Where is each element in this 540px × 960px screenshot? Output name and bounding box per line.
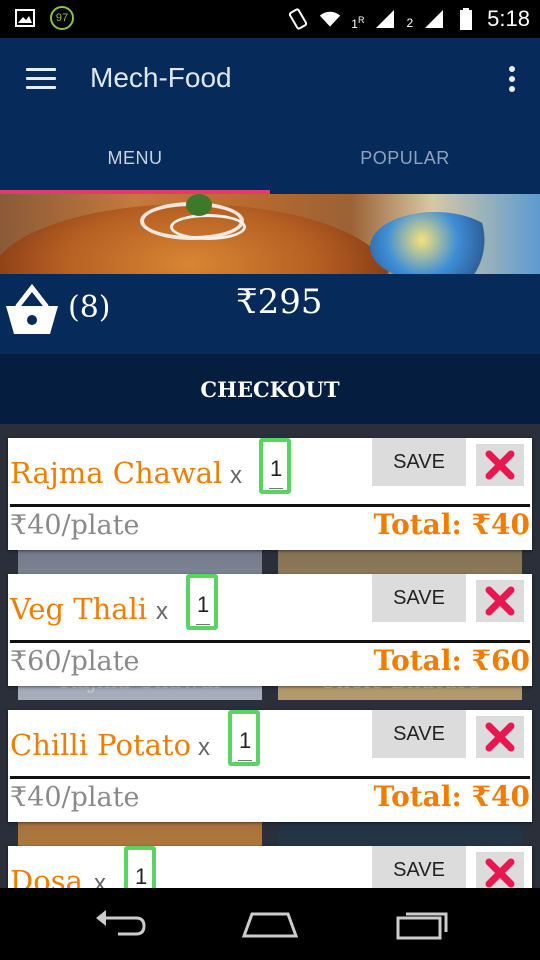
sim2-label: 2 <box>406 16 414 30</box>
battery-icon <box>455 8 477 30</box>
signal-icon <box>374 8 396 30</box>
status-bar: 97 1R 2 5:18 <box>0 0 540 38</box>
cart-item-card: Rajma Chawal x 1 SAVE ₹40/plate Total: ₹… <box>8 438 532 550</box>
item-total: Total: ₹60 <box>373 644 530 677</box>
cart-item-card: Veg Thali x 1 SAVE ₹60/plate Total: ₹60 <box>8 574 532 686</box>
times-label: x <box>198 734 210 761</box>
save-button[interactable]: SAVE <box>372 438 466 486</box>
tab-label: MENU <box>107 147 163 168</box>
hamburger-menu-icon[interactable] <box>26 68 56 92</box>
tab-label: POPULAR <box>360 147 450 168</box>
delete-item-button[interactable] <box>476 716 524 758</box>
close-icon <box>485 586 515 616</box>
notification-badge: 97 <box>50 6 74 30</box>
tab-menu[interactable]: MENU <box>0 122 270 194</box>
item-rate: ₹40/plate <box>10 782 140 813</box>
shopping-basket-icon[interactable] <box>4 283 60 338</box>
recent-apps-icon[interactable] <box>392 904 452 944</box>
save-button[interactable]: SAVE <box>372 846 466 894</box>
quantity-input[interactable]: 1 <box>228 710 260 766</box>
more-vert-icon[interactable] <box>506 66 518 96</box>
checkout-button[interactable]: CHECKOUT <box>0 354 540 424</box>
gallery-icon <box>14 7 36 29</box>
quantity-input[interactable]: 1 <box>259 438 291 494</box>
food-banner-image <box>0 194 540 274</box>
cart-item-card: Chilli Potato x 1 SAVE ₹40/plate Total: … <box>8 710 532 822</box>
item-total: Total: ₹40 <box>373 780 530 813</box>
app-title: Mech-Food <box>90 62 232 93</box>
divider <box>10 776 530 779</box>
tab-popular[interactable]: POPULAR <box>270 122 540 194</box>
item-name: Rajma Chawal <box>10 456 223 490</box>
app-bar: Mech-Food <box>0 38 540 122</box>
cart-summary-bar: (8) ₹295 <box>0 274 540 354</box>
close-icon <box>485 858 515 888</box>
back-icon[interactable] <box>92 904 152 944</box>
signal-icon <box>423 8 445 30</box>
quantity-input[interactable]: 1 <box>186 574 218 630</box>
wifi-icon <box>319 8 341 30</box>
delete-item-button[interactable] <box>476 444 524 486</box>
save-button[interactable]: SAVE <box>372 574 466 622</box>
close-icon <box>485 450 515 480</box>
item-total: Total: ₹40 <box>373 508 530 541</box>
times-label: x <box>230 462 242 489</box>
home-icon[interactable] <box>240 904 300 944</box>
clock: 5:18 <box>487 6 530 31</box>
sim1-label: 1R <box>351 15 365 31</box>
times-label: x <box>156 598 168 625</box>
divider <box>10 640 530 643</box>
divider <box>10 504 530 507</box>
item-rate: ₹40/plate <box>10 510 140 541</box>
item-name: Chilli Potato <box>10 728 192 762</box>
system-nav-bar <box>0 888 540 960</box>
item-rate: ₹60/plate <box>10 646 140 677</box>
delete-item-button[interactable] <box>476 580 524 622</box>
cart-total: ₹295 <box>236 282 323 322</box>
tab-bar: MENU POPULAR <box>0 122 540 194</box>
save-button[interactable]: SAVE <box>372 710 466 758</box>
close-icon <box>485 722 515 752</box>
cart-count: (8) <box>68 290 111 325</box>
item-name: Veg Thali <box>10 592 148 626</box>
vibrate-icon <box>287 8 309 30</box>
